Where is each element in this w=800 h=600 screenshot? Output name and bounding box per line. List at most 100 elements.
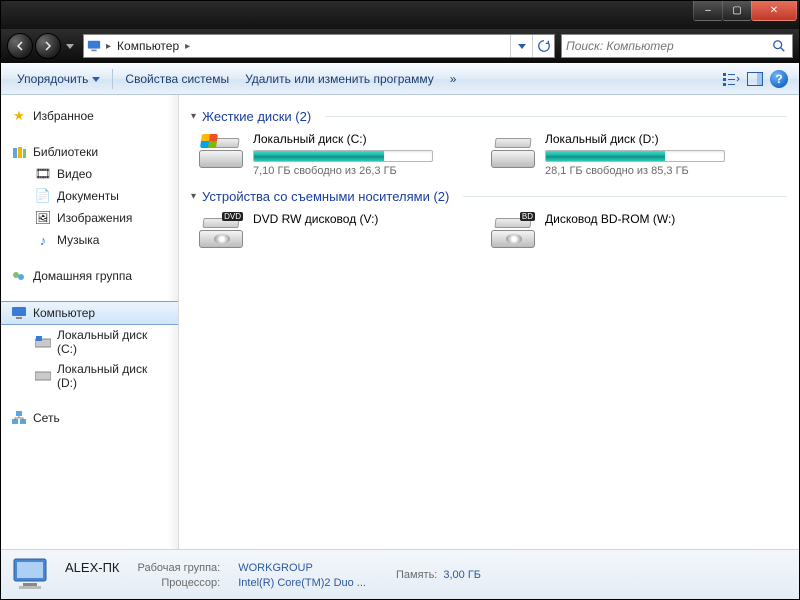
pictures-icon: 🖼 bbox=[35, 210, 51, 226]
sidebar-libraries[interactable]: Библиотеки bbox=[1, 141, 178, 163]
minimize-button[interactable]: – bbox=[693, 1, 723, 21]
sidebar-label: Локальный диск (D:) bbox=[57, 362, 170, 390]
back-button[interactable] bbox=[7, 33, 33, 59]
drive-label: Локальный диск (D:) bbox=[545, 132, 751, 146]
sidebar-label: Локальный диск (C:) bbox=[57, 328, 170, 356]
free-space-text: 7,10 ГБ свободно из 26,3 ГБ bbox=[253, 165, 459, 177]
usage-bar bbox=[545, 150, 725, 162]
category-hdd[interactable]: ▾ Жесткие диски (2) bbox=[191, 109, 787, 124]
toolbar: Упорядочить Свойства системы Удалить или… bbox=[1, 63, 799, 95]
sidebar-label: Документы bbox=[57, 189, 119, 203]
drive-label: Локальный диск (C:) bbox=[253, 132, 459, 146]
sidebar-label: Изображения bbox=[57, 211, 132, 225]
star-icon: ★ bbox=[11, 108, 27, 124]
sidebar-label: Библиотеки bbox=[33, 145, 98, 159]
search-icon[interactable] bbox=[770, 39, 788, 53]
refresh-button[interactable] bbox=[532, 35, 554, 57]
separator bbox=[325, 116, 787, 117]
nav-history-dropdown[interactable] bbox=[63, 37, 77, 55]
dvd-drive-icon: DVD bbox=[199, 212, 243, 248]
drive-d[interactable]: Локальный диск (D:) 28,1 ГБ свободно из … bbox=[491, 132, 751, 177]
organize-menu[interactable]: Упорядочить bbox=[9, 68, 108, 90]
sidebar-lib-video[interactable]: 🎞 Видео bbox=[1, 163, 178, 185]
hdd-icon bbox=[491, 132, 535, 168]
category-label: Устройства со съемными носителями (2) bbox=[202, 189, 449, 204]
help-button[interactable]: ? bbox=[767, 67, 791, 91]
category-label: Жесткие диски (2) bbox=[202, 109, 311, 124]
explorer-window: – ▢ ✕ ▸ Компьютер ▸ bbox=[0, 0, 800, 600]
toolbar-overflow[interactable]: » bbox=[442, 68, 465, 90]
forward-button[interactable] bbox=[35, 33, 61, 59]
category-removable[interactable]: ▾ Устройства со съемными носителями (2) bbox=[191, 189, 787, 204]
sidebar-favorites[interactable]: ★ Избранное bbox=[1, 105, 178, 127]
bd-drive-icon: BD bbox=[491, 212, 535, 248]
address-bar[interactable]: ▸ Компьютер ▸ bbox=[83, 34, 555, 58]
toolbar-label: Свойства системы bbox=[125, 72, 229, 86]
drive-bd[interactable]: BD Дисковод BD-ROM (W:) bbox=[491, 212, 751, 248]
sidebar-label: Компьютер bbox=[33, 306, 95, 320]
collapse-icon: ▾ bbox=[191, 191, 196, 202]
maximize-button[interactable]: ▢ bbox=[722, 1, 752, 21]
close-button[interactable]: ✕ bbox=[751, 1, 797, 21]
network-icon bbox=[11, 410, 27, 426]
breadcrumb-sep-icon: ▸ bbox=[104, 41, 113, 52]
video-icon: 🎞 bbox=[35, 166, 51, 182]
sidebar-homegroup[interactable]: Домашняя группа bbox=[1, 265, 178, 287]
sidebar-lib-documents[interactable]: 📄 Документы bbox=[1, 185, 178, 207]
content-pane: ▾ Жесткие диски (2) Локальный диск (C:) … bbox=[179, 95, 799, 549]
usage-bar bbox=[253, 150, 433, 162]
overflow-icon: » bbox=[450, 72, 457, 86]
computer-large-icon bbox=[11, 555, 53, 595]
media-badge: DVD bbox=[222, 212, 243, 221]
navigation-bar: ▸ Компьютер ▸ bbox=[1, 29, 799, 63]
sidebar-lib-pictures[interactable]: 🖼 Изображения bbox=[1, 207, 178, 229]
help-icon: ? bbox=[770, 70, 788, 88]
pc-name: ALEX-ПК bbox=[65, 560, 120, 575]
drive-icon bbox=[35, 368, 51, 384]
media-badge: BD bbox=[520, 212, 535, 221]
preview-pane-button[interactable] bbox=[743, 67, 767, 91]
view-mode-button[interactable] bbox=[719, 67, 743, 91]
workgroup-value: WORKGROUP bbox=[238, 562, 366, 574]
sidebar-label: Домашняя группа bbox=[33, 269, 132, 283]
sidebar-drive-c[interactable]: Локальный диск (C:) bbox=[1, 325, 178, 359]
search-input[interactable] bbox=[566, 39, 770, 53]
drive-label: DVD RW дисковод (V:) bbox=[253, 212, 459, 226]
hdd-icon bbox=[199, 132, 243, 168]
sidebar-computer[interactable]: Компьютер bbox=[1, 301, 178, 325]
breadcrumb-computer[interactable]: Компьютер ▸ bbox=[113, 35, 196, 57]
separator bbox=[463, 196, 787, 197]
documents-icon: 📄 bbox=[35, 188, 51, 204]
sidebar-lib-music[interactable]: ♪ Музыка bbox=[1, 229, 178, 251]
organize-label: Упорядочить bbox=[17, 72, 88, 86]
sidebar-label: Видео bbox=[57, 167, 92, 181]
free-space-text: 28,1 ГБ свободно из 85,3 ГБ bbox=[545, 165, 751, 177]
navigation-pane: ★ Избранное Библиотеки 🎞 Видео 📄 Документы… bbox=[1, 95, 179, 549]
chevron-down-icon bbox=[92, 77, 100, 82]
collapse-icon: ▾ bbox=[191, 111, 196, 122]
computer-icon bbox=[84, 39, 104, 53]
libraries-icon bbox=[11, 144, 27, 160]
homegroup-icon bbox=[11, 268, 27, 284]
search-box[interactable] bbox=[561, 34, 793, 58]
cpu-value: Intel(R) Core(TM)2 Duo ... bbox=[238, 577, 366, 589]
address-history-dropdown[interactable] bbox=[510, 35, 532, 57]
sidebar-label: Музыка bbox=[57, 233, 99, 247]
music-icon: ♪ bbox=[35, 232, 51, 248]
titlebar: – ▢ ✕ bbox=[1, 1, 799, 29]
drive-label: Дисковод BD-ROM (W:) bbox=[545, 212, 751, 226]
sidebar-drive-d[interactable]: Локальный диск (D:) bbox=[1, 359, 178, 393]
sidebar-network[interactable]: Сеть bbox=[1, 407, 178, 429]
sidebar-label: Сеть bbox=[33, 411, 60, 425]
drive-dvd[interactable]: DVD DVD RW дисковод (V:) bbox=[199, 212, 459, 248]
cpu-label: Процессор: bbox=[138, 577, 221, 589]
sidebar-label: Избранное bbox=[33, 109, 94, 123]
toolbar-label: Удалить или изменить программу bbox=[245, 72, 434, 86]
uninstall-program-button[interactable]: Удалить или изменить программу bbox=[237, 68, 442, 90]
toolbar-separator bbox=[112, 69, 113, 89]
drive-c[interactable]: Локальный диск (C:) 7,10 ГБ свободно из … bbox=[199, 132, 459, 177]
workgroup-label: Рабочая группа: bbox=[138, 562, 221, 574]
details-pane: ALEX-ПК Рабочая группа: WORKGROUP Процес… bbox=[1, 549, 799, 599]
breadcrumb-label: Компьютер bbox=[117, 39, 179, 53]
system-properties-button[interactable]: Свойства системы bbox=[117, 68, 237, 90]
